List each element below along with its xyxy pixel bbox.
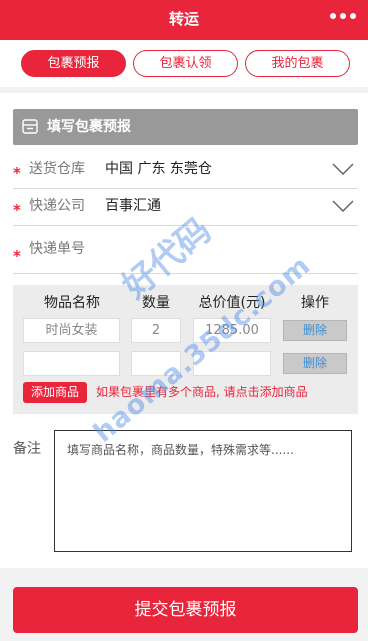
goods-name-input[interactable] xyxy=(23,351,120,376)
delete-button[interactable]: 删除 xyxy=(283,353,347,374)
tab-parcel-forecast[interactable]: 包裹预报 xyxy=(21,50,126,77)
warehouse-label: 送货仓库 xyxy=(29,161,85,177)
warehouse-select[interactable]: * 送货仓库 中国 广东 东莞仓 xyxy=(13,152,358,189)
tab-bar: 包裹预报 包裹认领 我的包裹 xyxy=(0,40,368,87)
tab-my-parcels[interactable]: 我的包裹 xyxy=(245,50,350,77)
section-header: 填写包裹预报 xyxy=(13,109,358,145)
section-title: 填写包裹预报 xyxy=(47,119,131,135)
top-bar: 转运 xyxy=(0,0,368,40)
courier-label: 快递公司 xyxy=(29,198,85,214)
submit-forecast-button[interactable]: 提交包裹预报 xyxy=(13,587,358,633)
col-header-name: 物品名称 xyxy=(44,295,100,311)
remark-label: 备注 xyxy=(13,441,41,457)
chevron-down-icon[interactable] xyxy=(332,163,354,175)
delete-button[interactable]: 删除 xyxy=(283,320,347,341)
goods-name-input[interactable]: 时尚女装 xyxy=(23,318,120,343)
add-goods-button[interactable]: 添加商品 xyxy=(23,382,87,403)
page-title: 转运 xyxy=(168,10,199,28)
chevron-down-icon[interactable] xyxy=(332,200,354,212)
forecast-form: 填写包裹预报 * 送货仓库 中国 广东 东莞仓 * 快递公司 百事汇通 * 快递… xyxy=(0,93,368,568)
parcel-icon xyxy=(22,119,38,134)
tracking-number-input[interactable]: 快递单号 xyxy=(29,227,85,271)
required-mark: * xyxy=(13,201,21,219)
col-header-action: 操作 xyxy=(301,295,329,311)
more-dots-icon[interactable] xyxy=(330,13,356,19)
courier-value: 百事汇通 xyxy=(105,198,161,214)
goods-qty-input[interactable]: 2 xyxy=(131,318,181,343)
warehouse-value: 中国 广东 东莞仓 xyxy=(105,161,212,177)
tab-parcel-claim[interactable]: 包裹认领 xyxy=(133,50,238,77)
remark-textarea[interactable]: 填写商品名称，商品数量，特殊需求等...... xyxy=(54,430,352,552)
required-mark: * xyxy=(13,164,21,182)
required-mark: * xyxy=(13,247,21,265)
